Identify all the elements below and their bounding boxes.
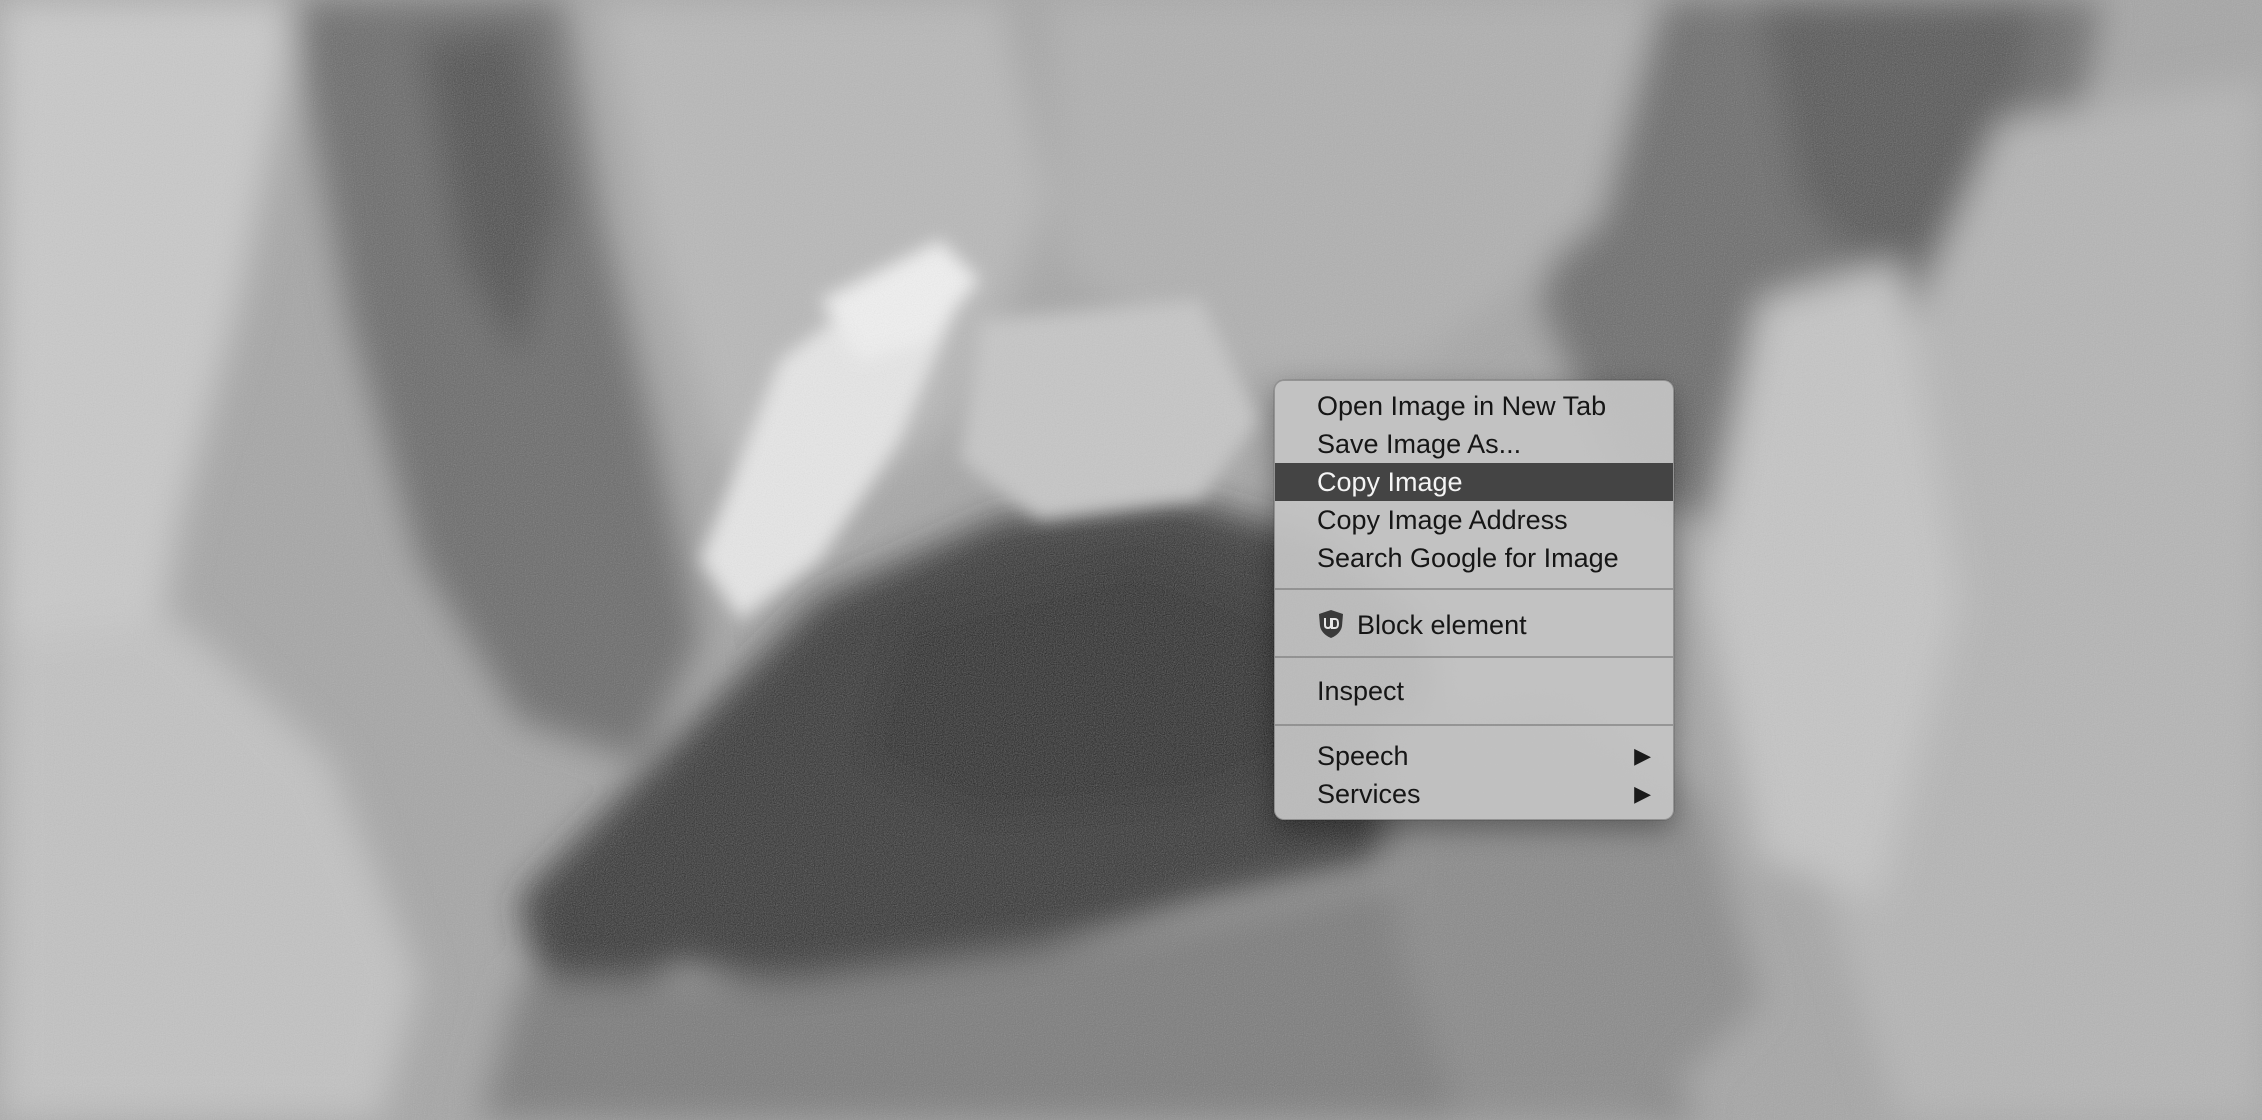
menu-item-open-image-new-tab[interactable]: Open Image in New Tab (1275, 387, 1673, 425)
screen: Open Image in New Tab Save Image As... C… (0, 0, 2262, 1120)
menu-item-copy-image-address[interactable]: Copy Image Address (1275, 501, 1673, 539)
menu-item-label: Copy Image Address (1317, 505, 1568, 535)
menu-item-services[interactable]: Services ▶ (1275, 775, 1673, 813)
menu-item-inspect[interactable]: Inspect (1275, 669, 1673, 713)
submenu-arrow-icon: ▶ (1634, 781, 1651, 806)
menu-item-label: Block element (1357, 609, 1527, 640)
menu-item-label: Search Google for Image (1317, 543, 1619, 573)
ublock-origin-icon (1317, 608, 1345, 638)
menu-item-copy-image[interactable]: Copy Image (1275, 463, 1673, 501)
menu-item-speech[interactable]: Speech ▶ (1275, 737, 1673, 775)
context-menu: Open Image in New Tab Save Image As... C… (1274, 380, 1674, 820)
menu-item-block-element[interactable]: Block element (1275, 601, 1673, 645)
menu-item-label: Speech (1317, 741, 1409, 771)
menu-item-label: Services (1317, 779, 1421, 809)
menu-separator (1275, 724, 1673, 726)
menu-item-label: Copy Image (1317, 467, 1463, 497)
menu-item-label: Save Image As... (1317, 429, 1522, 459)
menu-item-save-image-as[interactable]: Save Image As... (1275, 425, 1673, 463)
background-painting-image[interactable] (0, 0, 2262, 1120)
submenu-arrow-icon: ▶ (1634, 743, 1651, 768)
menu-item-search-google-for-image[interactable]: Search Google for Image (1275, 539, 1673, 577)
menu-separator (1275, 656, 1673, 658)
menu-separator (1275, 588, 1673, 590)
menu-item-label: Inspect (1317, 676, 1405, 706)
menu-item-label: Open Image in New Tab (1317, 391, 1607, 421)
